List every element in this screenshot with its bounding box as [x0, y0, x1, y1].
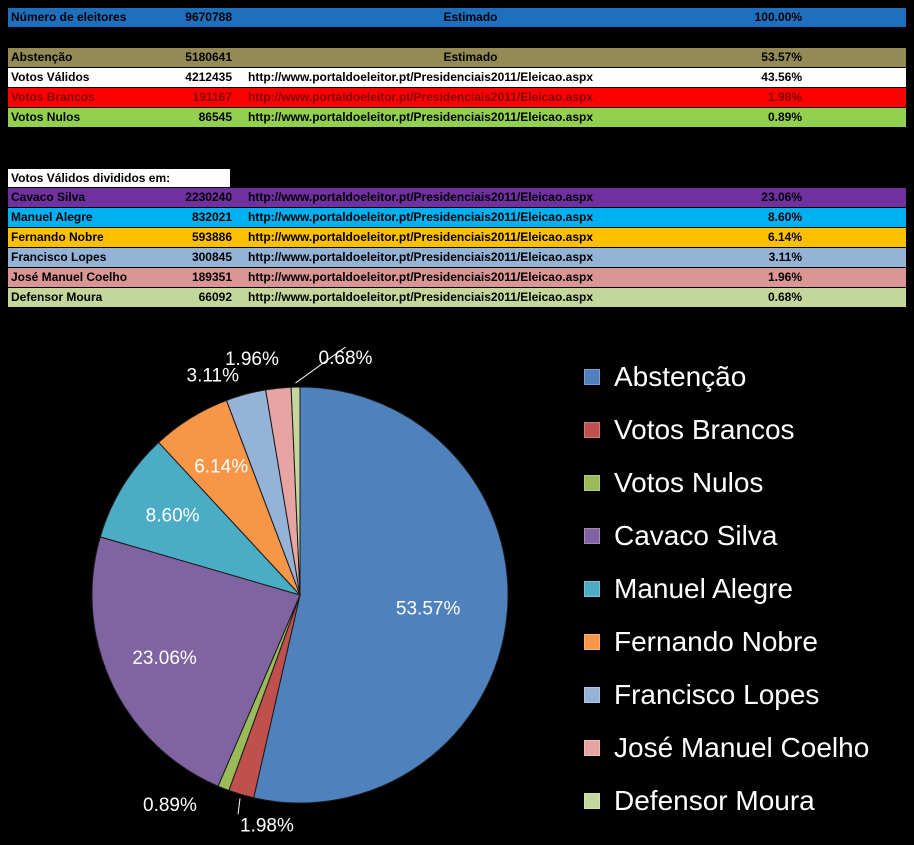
legend-swatch	[584, 580, 600, 597]
slice-data-label: 0.89%	[143, 795, 197, 816]
legend-swatch	[584, 739, 600, 756]
legend-swatch	[584, 686, 600, 703]
legend-item: Francisco Lopes	[584, 668, 904, 721]
row-count-value: 2230240	[185, 190, 232, 204]
legend-item: José Manuel Coelho	[584, 721, 904, 774]
row-count-value: 191167	[192, 90, 232, 104]
row-name-label: Votos Válidos	[11, 70, 90, 84]
row-source-text: http://www.portaldoeleitor.pt/Presidenci…	[248, 90, 593, 104]
legend-swatch	[584, 421, 600, 438]
row-count-value: 593886	[191, 230, 232, 244]
legend-item: Votos Brancos	[584, 403, 904, 456]
valid-votes-heading-label: Votos Válidos divididos em:	[11, 171, 171, 185]
table-row: Votos Brancos 191167 http://www.portaldoel…	[8, 88, 906, 107]
row-name-label: Fernando Nobre	[11, 230, 104, 244]
pie-chart: 53.57%1.98%0.89%23.06%8.60%6.14%3.11%1.9…	[91, 346, 509, 836]
row-percent-value: 100.00%	[754, 10, 802, 24]
slice-data-label: 1.98%	[240, 815, 294, 836]
slice-data-label: 23.06%	[132, 648, 197, 669]
table-row-candidate: Cavaco Silva 2230240 http://www.portaldoel…	[8, 188, 906, 207]
slice-data-label: 0.68%	[319, 348, 373, 369]
row-source-text: http://www.portaldoeleitor.pt/Presidenci…	[248, 210, 593, 224]
table-row: Abstenção 5180641 Estimado 53.57%	[8, 48, 906, 67]
legend-label: Votos Brancos	[614, 413, 795, 445]
row-source-text: http://www.portaldoeleitor.pt/Presidenci…	[248, 190, 593, 204]
row-percent-value: 6.14%	[767, 230, 802, 244]
row-source-text: http://www.portaldoeleitor.pt/Presidenci…	[248, 270, 593, 284]
row-percent-value: 0.89%	[767, 110, 802, 124]
legend-label: Abstenção	[614, 360, 747, 392]
table-row: Votos Nulos 86545 http://www.portaldoeleit…	[8, 108, 906, 127]
legend-label: Cavaco Silva	[614, 519, 778, 551]
row-count-value: 66092	[198, 290, 232, 304]
row-name-label: José Manuel Coelho	[11, 270, 128, 284]
table-row-total: Número de eleitores 9670788 Estimado 100.00…	[8, 8, 906, 27]
table-row-candidate: Fernando Nobre 593886 http://www.portaldoe…	[8, 228, 906, 247]
table-row-candidate: Defensor Moura 66092 http://www.portaldoel…	[8, 288, 906, 307]
legend-label: José Manuel Coelho	[614, 731, 870, 763]
row-source-text: Estimado	[443, 10, 498, 24]
slice-data-label: 53.57%	[396, 598, 461, 619]
row-source-text: Estimado	[443, 50, 498, 64]
slice-data-label: 1.96%	[225, 349, 279, 370]
table-row-candidate: Manuel Alegre 832021 http://www.portaldoel…	[8, 208, 906, 227]
row-percent-value: 23.06%	[761, 190, 802, 204]
legend-item: Abstenção	[584, 350, 904, 403]
legend-label: Votos Nulos	[614, 466, 764, 498]
row-count-value: 9670788	[185, 10, 232, 24]
row-source-text: http://www.portaldoeleitor.pt/Presidenci…	[248, 230, 593, 244]
row-percent-value: 0.68%	[767, 290, 802, 304]
row-percent-value: 53.57%	[761, 50, 802, 64]
row-count-value: 5180641	[185, 50, 232, 64]
row-name-label: Número de eleitores	[11, 10, 127, 24]
legend-item: Cavaco Silva	[584, 509, 904, 562]
row-name-label: Defensor Moura	[11, 290, 103, 304]
row-source-text: http://www.portaldoeleitor.pt/Presidenci…	[248, 290, 593, 304]
legend-label: Francisco Lopes	[614, 678, 820, 710]
table-row-candidate: José Manuel Coelho 189351 http://www.porta…	[8, 268, 906, 287]
row-name-label: Abstenção	[11, 50, 73, 64]
legend-swatch	[584, 527, 600, 544]
row-source-text: http://www.portaldoeleitor.pt/Presidenci…	[248, 70, 593, 84]
legend-label: Manuel Alegre	[614, 572, 794, 604]
row-percent-value: 1.98%	[767, 90, 802, 104]
row-count-value: 4212435	[185, 70, 232, 84]
legend-item: Votos Nulos	[584, 456, 904, 509]
row-name-label: Cavaco Silva	[11, 190, 86, 204]
row-name-label: Francisco Lopes	[11, 250, 107, 264]
legend-label: Defensor Moura	[614, 784, 815, 816]
slice-data-label: 8.60%	[146, 505, 200, 526]
valid-votes-heading: Votos Válidos divididos em:	[8, 169, 230, 187]
row-count-value: 189351	[191, 270, 232, 284]
row-source-text: http://www.portaldoeleitor.pt/Presidenci…	[248, 110, 593, 124]
table-row: Votos Válidos 4212435 http://www.portaldoe…	[8, 68, 906, 87]
legend-item: Fernando Nobre	[584, 615, 904, 668]
row-name-label: Votos Brancos	[11, 90, 95, 104]
legend-item: Defensor Moura	[584, 774, 904, 827]
legend-label: Fernando Nobre	[614, 625, 818, 657]
row-percent-value: 43.56%	[761, 70, 802, 84]
row-percent-value: 1.96%	[767, 270, 802, 284]
row-name-label: Votos Nulos	[11, 110, 81, 124]
row-name-label: Manuel Alegre	[11, 210, 93, 224]
row-percent-value: 3.11%	[768, 250, 802, 264]
legend-swatch	[584, 368, 600, 385]
row-count-value: 300845	[191, 250, 232, 264]
leader-line	[237, 798, 241, 815]
legend-swatch	[584, 633, 600, 650]
slice-data-label: 6.14%	[194, 457, 248, 478]
row-source-text: http://www.portaldoeleitor.pt/Presidenci…	[248, 250, 593, 264]
table-row-candidate: Francisco Lopes 300845 http://www.portaldo…	[8, 248, 906, 267]
row-count-value: 86545	[198, 110, 232, 124]
legend-swatch	[584, 792, 600, 809]
legend-item: Manuel Alegre	[584, 562, 904, 615]
row-count-value: 832021	[191, 210, 232, 224]
row-percent-value: 8.60%	[767, 210, 802, 224]
legend-swatch	[584, 474, 600, 491]
